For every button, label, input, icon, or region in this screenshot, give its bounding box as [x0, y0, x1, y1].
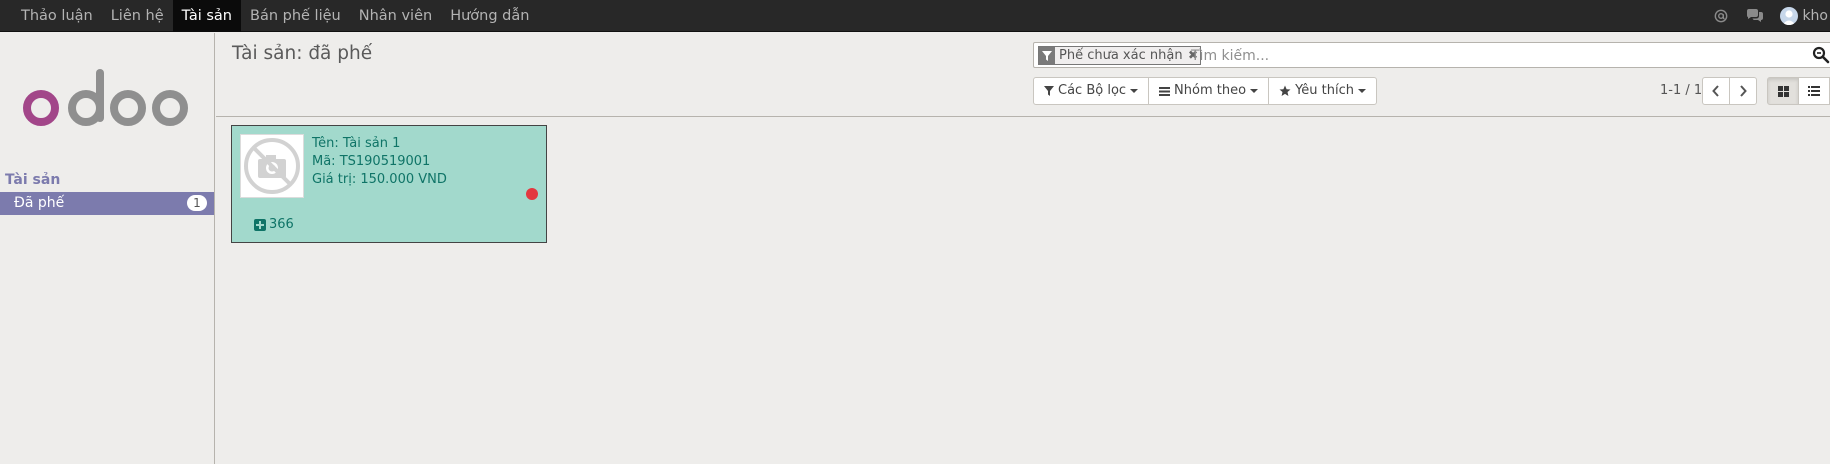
- sidebar-section-title: Tài sản: [5, 172, 61, 188]
- sidebar-item-da-phe[interactable]: Đã phế 1: [0, 192, 214, 215]
- avatar: [1780, 7, 1799, 25]
- menu-nhan-vien[interactable]: Nhân viên: [350, 0, 441, 32]
- kanban-record-card[interactable]: Tên: Tài sản 1 Mã: TS190519001 Giá trị: …: [231, 125, 547, 243]
- view-switcher: [1767, 77, 1830, 105]
- top-navbar: Thảo luận Liên hệ Tài sản Bán phế liệu N…: [0, 0, 1830, 32]
- caret-down-icon: [1250, 89, 1259, 93]
- search-facet-label: Phế chưa xác nhận: [1055, 47, 1187, 64]
- record-count[interactable]: 366: [254, 217, 294, 232]
- search-input[interactable]: [1191, 45, 1791, 66]
- at-icon[interactable]: [1704, 0, 1738, 32]
- no-image-placeholder: [240, 134, 304, 198]
- top-menu: Thảo luận Liên hệ Tài sản Bán phế liệu N…: [12, 0, 538, 32]
- chevron-right-icon: [1740, 85, 1747, 97]
- filter-icon: [1044, 86, 1054, 96]
- menu-huong-dan[interactable]: Hướng dẫn: [441, 0, 538, 32]
- pager-value[interactable]: 1-1 / 1: [1660, 83, 1702, 98]
- record-state-dot[interactable]: [526, 188, 538, 200]
- search-icon[interactable]: [1812, 46, 1830, 64]
- filters-button-label: Các Bộ lọc: [1058, 83, 1127, 98]
- breadcrumb-title: Tài sản: đã phế: [232, 43, 373, 64]
- top-right-menu: kho: [1704, 0, 1830, 32]
- search-facet[interactable]: Phế chưa xác nhận ✖: [1038, 46, 1201, 65]
- search-box: Phế chưa xác nhận ✖: [1033, 42, 1830, 68]
- user-menu[interactable]: kho: [1772, 0, 1830, 32]
- sidebar-item-label: Đã phế: [14, 195, 65, 211]
- list-icon: [1808, 86, 1820, 96]
- menu-ban-phe-lieu[interactable]: Bán phế liệu: [241, 0, 350, 32]
- bars-icon: [1159, 87, 1171, 96]
- record-name: Tên: Tài sản 1: [312, 136, 401, 151]
- group-by-button[interactable]: Nhóm theo: [1148, 77, 1270, 105]
- th-large-icon: [1777, 85, 1789, 97]
- favorites-button[interactable]: Yêu thích: [1268, 77, 1377, 105]
- record-count-value: 366: [269, 217, 294, 232]
- plus-square-icon: [254, 218, 266, 231]
- chat-icon[interactable]: [1738, 0, 1772, 32]
- control-panel: Tài sản: đã phế Phế chưa xác nhận ✖ Các …: [216, 33, 1830, 117]
- filters-button[interactable]: Các Bộ lọc: [1033, 77, 1150, 105]
- record-fields: Tên: Tài sản 1 Mã: TS190519001 Giá trị: …: [312, 135, 447, 189]
- chevron-left-icon: [1712, 85, 1719, 97]
- menu-tai-san[interactable]: Tài sản: [172, 0, 241, 32]
- group-by-button-label: Nhóm theo: [1174, 83, 1247, 98]
- favorites-button-label: Yêu thích: [1295, 83, 1354, 98]
- left-sidebar: Tài sản Đã phế 1: [0, 33, 215, 464]
- pager-next-button[interactable]: [1729, 77, 1757, 105]
- record-code: Mã: TS190519001: [312, 154, 431, 169]
- caret-down-icon: [1130, 89, 1139, 93]
- odoo-logo[interactable]: [20, 63, 192, 133]
- pager-previous-button[interactable]: [1702, 77, 1730, 105]
- menu-lien-he[interactable]: Liên hệ: [102, 0, 173, 32]
- sidebar-item-count-badge: 1: [187, 195, 207, 211]
- record-value: Giá trị: 150.000 VND: [312, 172, 447, 187]
- star-icon: [1279, 85, 1291, 96]
- pager-buttons: [1702, 77, 1757, 105]
- kanban-view-button[interactable]: [1767, 77, 1799, 105]
- menu-thao-luan[interactable]: Thảo luận: [12, 0, 102, 32]
- user-name: kho: [1802, 8, 1828, 24]
- list-view-button[interactable]: [1798, 77, 1830, 105]
- filter-icon: [1039, 47, 1055, 64]
- search-options: Các Bộ lọc Nhóm theo Yêu thích: [1033, 77, 1377, 105]
- caret-down-icon: [1357, 89, 1366, 93]
